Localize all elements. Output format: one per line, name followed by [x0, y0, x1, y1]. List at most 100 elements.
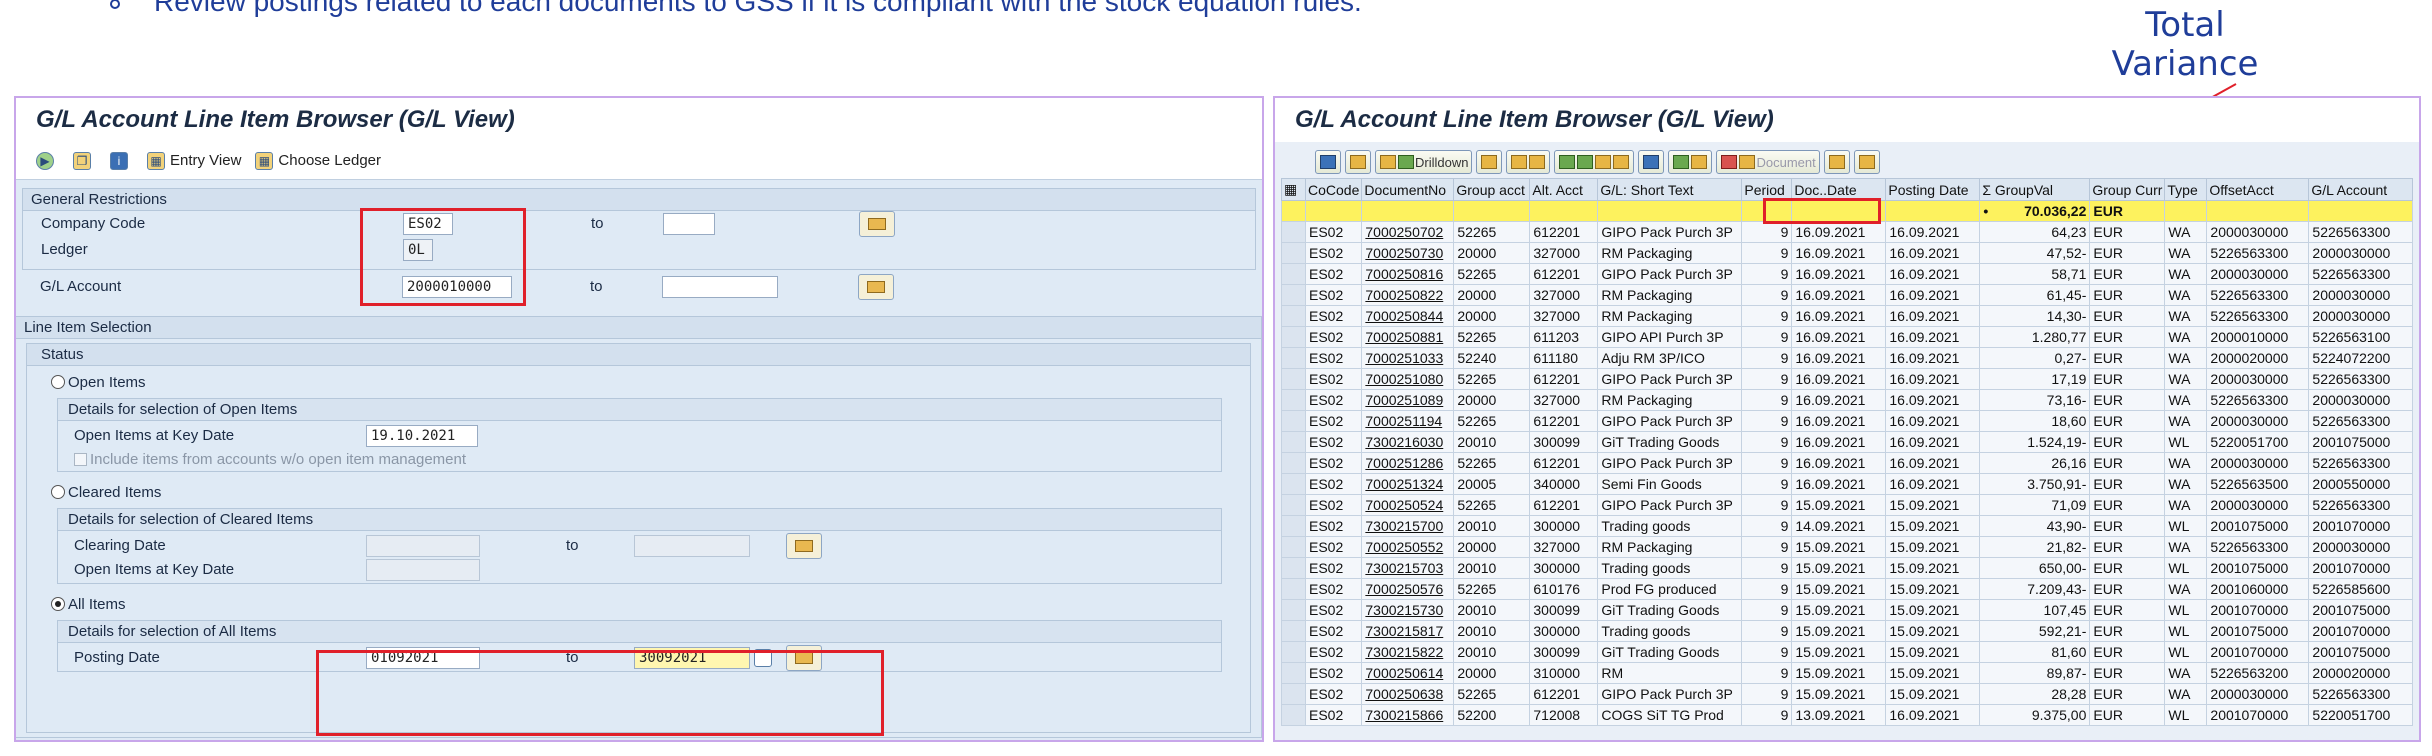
row-selector[interactable] [1281, 242, 1306, 264]
total-button[interactable] [1668, 150, 1713, 174]
table-cell[interactable]: 7000250702 [1361, 221, 1455, 243]
export-button[interactable] [1823, 150, 1850, 174]
table-row[interactable]: ES02 7000251033 52240 611180 Adju RM 3P/ICO 9… [1281, 347, 2414, 369]
row-selector[interactable] [1281, 326, 1306, 348]
table-row[interactable]: ES02 7000250614 20000 310000 RM 9 15.09.2021 15… [1281, 662, 2414, 684]
table-cell[interactable]: 7300215822 [1361, 641, 1455, 663]
column-header[interactable]: Posting Date [1885, 178, 1981, 201]
row-selector[interactable] [1281, 494, 1306, 516]
table-row[interactable]: ES02 7000250816 52265 612201 GIPO Pack Purch… [1281, 263, 2414, 285]
table-row[interactable]: ES02 7300216030 20010 300099 GiT Trading Goo… [1281, 431, 2414, 453]
row-selector[interactable] [1281, 431, 1306, 453]
row-selector[interactable] [1281, 557, 1306, 579]
table-cell[interactable]: 7300215730 [1361, 599, 1455, 621]
choose-ledger-button[interactable]: ▦ Choose Ledger [255, 151, 381, 170]
row-selector[interactable] [1281, 536, 1306, 558]
row-selector[interactable] [1281, 620, 1306, 642]
table-cell[interactable]: 7000250816 [1361, 263, 1455, 285]
table-row[interactable]: ES02 7000250576 52265 610176 Prod FG produce… [1281, 578, 2414, 600]
table-cell[interactable]: 7000250576 [1361, 578, 1455, 600]
gl-account-to-input[interactable] [662, 276, 778, 298]
drilldown-button[interactable]: Drilldown [1375, 150, 1473, 174]
table-row[interactable]: ES02 7000251089 20000 327000 RM Packaging 9 16… [1281, 389, 2414, 411]
table-row[interactable]: ES02 7000250702 52265 612201 GIPO Pack Purch… [1281, 221, 2414, 243]
column-header[interactable]: Group acct [1453, 178, 1531, 201]
execute-button[interactable]: ▶ [36, 151, 59, 170]
row-selector[interactable] [1281, 641, 1306, 663]
table-row[interactable]: ES02 7300215730 20010 300099 GiT Trading Goo… [1281, 599, 2414, 621]
table-row[interactable]: ES02 7000251324 20005 340000 Semi Fin Goods 9… [1281, 473, 2414, 495]
table-row[interactable]: ES02 7000250638 52265 612201 GIPO Pack Purch… [1281, 683, 2414, 705]
row-selector[interactable] [1281, 389, 1306, 411]
table-cell[interactable]: 7000250638 [1361, 683, 1455, 705]
column-header[interactable]: Σ GroupVal [1979, 178, 2091, 201]
table-row[interactable]: ES02 7300215703 20010 300000 Trading goods 9 1… [1281, 557, 2414, 579]
table-cell[interactable]: 7000250881 [1361, 326, 1455, 348]
open-key-date-input[interactable]: 19.10.2021 [366, 425, 478, 447]
table-row[interactable]: ES02 7000250730 20000 327000 RM Packaging 9 16… [1281, 242, 2414, 264]
table-row[interactable]: ES02 7000250552 20000 327000 RM Packaging 9 15… [1281, 536, 2414, 558]
table-row[interactable]: ES02 7300215700 20010 300000 Trading goods 9 1… [1281, 515, 2414, 537]
info-button[interactable]: i [110, 151, 133, 170]
all-items-radio[interactable]: All Items [51, 596, 126, 613]
row-selector[interactable] [1281, 368, 1306, 390]
details-button[interactable] [1345, 150, 1371, 174]
table-cell[interactable]: 7000251080 [1361, 368, 1455, 390]
column-header[interactable]: Group Curr [2089, 178, 2166, 201]
select-all-button[interactable] [1506, 150, 1551, 174]
table-cell[interactable]: 7000250614 [1361, 662, 1455, 684]
row-selector[interactable] [1281, 221, 1306, 243]
table-cell[interactable]: 7000250524 [1361, 494, 1455, 516]
copy-button[interactable]: ❐ [73, 151, 96, 170]
clearing-date-multiple-selection-button[interactable] [786, 533, 822, 559]
row-selector[interactable] [1281, 284, 1306, 306]
row-selector[interactable] [1281, 578, 1306, 600]
table-row[interactable]: ES02 7300215866 52200 712008 COGS SiT TG Pro… [1281, 704, 2414, 726]
table-cell[interactable]: 7000250552 [1361, 536, 1455, 558]
cleared-open-key-date-input[interactable] [366, 559, 480, 581]
column-header[interactable]: OffsetAcct [2206, 178, 2310, 201]
table-row[interactable]: ES02 7000251286 52265 612201 GIPO Pack Purch… [1281, 452, 2414, 474]
clearing-date-input[interactable] [366, 535, 480, 557]
table-cell[interactable]: 7000251194 [1361, 410, 1455, 432]
filter-button[interactable] [1638, 150, 1665, 174]
table-row[interactable]: ES02 7000250524 52265 612201 GIPO Pack Purch… [1281, 494, 2414, 516]
row-selector[interactable] [1281, 704, 1306, 726]
row-selector[interactable] [1281, 410, 1306, 432]
open-items-radio[interactable]: Open Items [51, 374, 146, 391]
column-header[interactable]: G/L Account [2308, 178, 2414, 201]
table-row[interactable]: ES02 7300215817 20010 300000 Trading goods 9 1… [1281, 620, 2414, 642]
company-code-multiple-selection-button[interactable] [859, 211, 895, 237]
clearing-date-to-input[interactable] [634, 535, 750, 557]
row-selector[interactable] [1281, 515, 1306, 537]
table-cell[interactable]: 7300215700 [1361, 515, 1455, 537]
include-items-checkbox[interactable]: Include items from accounts w/o open ite… [74, 451, 466, 468]
row-selector[interactable] [1281, 200, 1306, 222]
entry-view-button[interactable]: ▦ Entry View [147, 151, 241, 170]
row-selector[interactable] [1281, 473, 1306, 495]
column-header[interactable]: Type [2164, 178, 2208, 201]
column-header[interactable]: DocumentNo [1361, 178, 1455, 201]
row-selector[interactable] [1281, 662, 1306, 684]
row-selector[interactable] [1281, 263, 1306, 285]
row-selector[interactable] [1281, 347, 1306, 369]
table-cell[interactable]: 7000251286 [1361, 452, 1455, 474]
table-cell[interactable]: 7000250822 [1361, 284, 1455, 306]
row-selector[interactable] [1281, 305, 1306, 327]
back-button[interactable] [1315, 150, 1341, 174]
cleared-items-radio[interactable]: Cleared Items [51, 484, 161, 501]
table-cell[interactable]: 7300215703 [1361, 557, 1455, 579]
company-code-to-input[interactable] [663, 213, 715, 235]
document-button[interactable]: Document [1716, 150, 1820, 174]
row-selector[interactable] [1281, 683, 1306, 705]
table-cell[interactable]: 7300215866 [1361, 704, 1455, 726]
table-row[interactable]: ES02 7000251080 52265 612201 GIPO Pack Purch… [1281, 368, 2414, 390]
row-selector[interactable] [1281, 599, 1306, 621]
table-cell[interactable]: 7000251033 [1361, 347, 1455, 369]
column-header[interactable]: CoCode [1304, 178, 1363, 201]
table-row[interactable]: ES02 7000251194 52265 612201 GIPO Pack Purch… [1281, 410, 2414, 432]
table-cell[interactable]: 7300216030 [1361, 431, 1455, 453]
column-header[interactable]: G/L: Short Text [1597, 178, 1743, 201]
row-selector-header[interactable]: ▦ [1281, 178, 1306, 201]
sort-button[interactable] [1554, 150, 1635, 174]
